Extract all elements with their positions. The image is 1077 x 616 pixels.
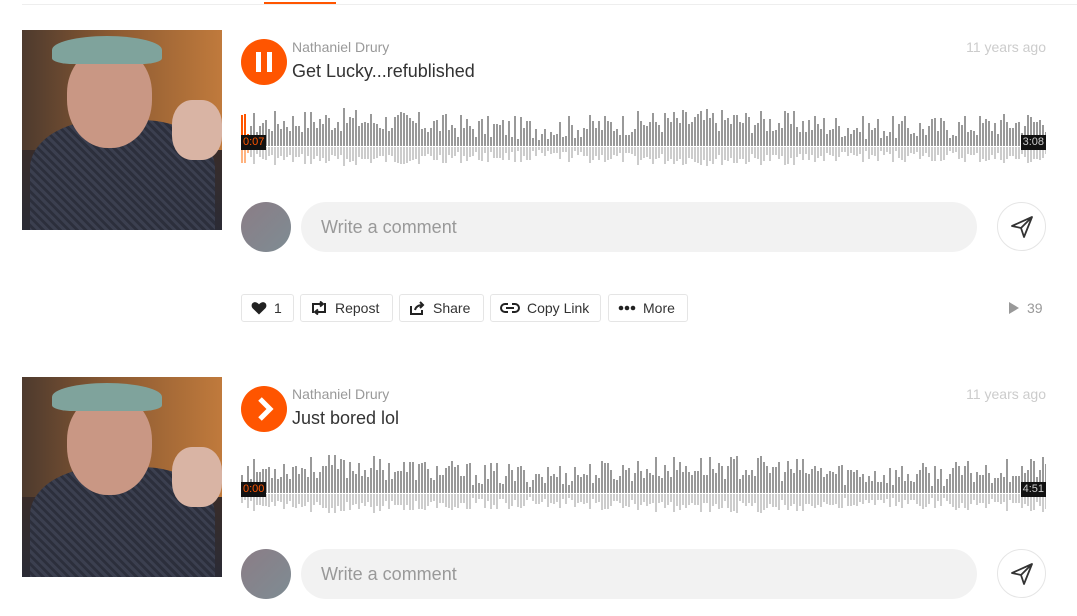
play-icon bbox=[258, 397, 274, 421]
pause-button[interactable] bbox=[241, 39, 287, 85]
track-artwork[interactable] bbox=[22, 377, 222, 577]
waveform[interactable]: 0:00 4:51 bbox=[241, 447, 1046, 519]
comment-input[interactable] bbox=[301, 202, 977, 252]
send-comment-button[interactable] bbox=[997, 549, 1046, 598]
repost-label: Repost bbox=[335, 300, 380, 316]
heart-icon bbox=[251, 302, 267, 315]
waveform[interactable]: 0:07 3:08 bbox=[241, 100, 1046, 172]
duration: 4:51 bbox=[1020, 482, 1046, 497]
send-comment-button[interactable] bbox=[997, 202, 1046, 251]
share-icon bbox=[410, 300, 425, 315]
link-icon bbox=[500, 303, 520, 313]
current-time: 0:00 bbox=[241, 482, 267, 497]
more-label: More bbox=[643, 300, 675, 316]
track-artwork[interactable] bbox=[22, 30, 222, 230]
artist-name[interactable]: Nathaniel Drury bbox=[292, 386, 389, 402]
copy-link-label: Copy Link bbox=[527, 300, 590, 316]
more-button[interactable]: More bbox=[608, 294, 688, 322]
duration: 3:08 bbox=[1020, 135, 1046, 150]
upload-date: 11 years ago bbox=[966, 39, 1046, 55]
track-title[interactable]: Get Lucky...refublished bbox=[292, 61, 475, 82]
user-avatar bbox=[241, 202, 291, 252]
user-avatar bbox=[241, 549, 291, 599]
artist-name[interactable]: Nathaniel Drury bbox=[292, 39, 389, 55]
repost-button[interactable]: Repost bbox=[300, 294, 393, 322]
comment-input[interactable] bbox=[301, 549, 977, 599]
play-button[interactable] bbox=[241, 386, 287, 432]
play-count-icon bbox=[1009, 302, 1019, 314]
copy-link-button[interactable]: Copy Link bbox=[490, 294, 601, 322]
send-icon bbox=[1011, 216, 1033, 238]
active-tab-indicator bbox=[264, 2, 336, 4]
play-count-value: 39 bbox=[1027, 300, 1043, 316]
current-time: 0:07 bbox=[241, 135, 267, 150]
waveform-bars bbox=[241, 455, 1046, 513]
share-label: Share bbox=[433, 300, 471, 316]
like-button[interactable]: 1 bbox=[241, 294, 294, 322]
upload-date: 11 years ago bbox=[966, 386, 1046, 402]
more-icon bbox=[618, 305, 636, 311]
play-count: 39 bbox=[1009, 300, 1043, 316]
tabs-divider bbox=[22, 4, 1077, 5]
pause-icon bbox=[256, 52, 272, 72]
share-button[interactable]: Share bbox=[399, 294, 484, 322]
like-count: 1 bbox=[274, 300, 282, 316]
send-icon bbox=[1011, 563, 1033, 585]
waveform-bars bbox=[241, 108, 1046, 166]
repost-icon bbox=[312, 301, 326, 315]
track-title[interactable]: Just bored lol bbox=[292, 408, 399, 429]
